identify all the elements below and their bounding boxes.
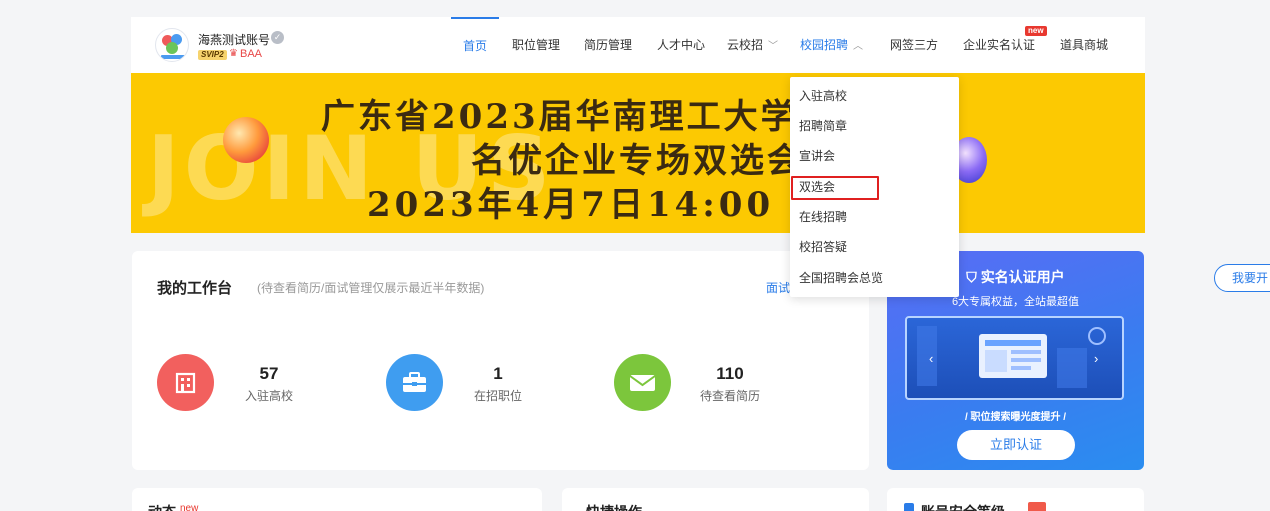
nav-cloud-campus[interactable]: 云校招 ﹀ — [727, 17, 778, 73]
nav-props-mall[interactable]: 道具商城 — [1060, 17, 1108, 73]
verify-now-button[interactable]: 立即认证 — [957, 430, 1075, 460]
event-banner[interactable]: JOIN US 广东省2023届华南理工大学 名优企业专场双选会 2023年4月… — [131, 73, 1145, 233]
chevron-right-icon[interactable]: › — [1094, 351, 1098, 366]
shield-icon — [904, 503, 914, 511]
banner-title-line1: 广东省2023届华南理工大学 — [321, 97, 798, 137]
banner-title-line2: 名优企业专场双选会 — [471, 141, 804, 181]
nav-home[interactable]: 首页 — [451, 17, 499, 73]
news-title: 动态 — [148, 502, 176, 511]
building-icon[interactable] — [157, 354, 214, 411]
verified-icon: ✓ — [271, 31, 284, 44]
highlight-box — [791, 176, 879, 200]
banner-date-line: 2023年4月7日14:00 - — [367, 185, 809, 225]
promo-caption: / 职位搜索曝光度提升 / — [964, 412, 1067, 423]
dropdown-item-national-fair-overview[interactable]: 全国招聘会总览 — [790, 263, 959, 293]
chevron-down-icon: ﹀ — [768, 41, 779, 52]
chevron-up-icon: ︿ — [853, 41, 864, 52]
workbench-subtitle: (待查看简历/面试管理仅展示最近半年数据) — [257, 281, 485, 295]
nav-resume-management[interactable]: 简历管理 — [584, 17, 632, 73]
top-header: 海燕测试账号 ✓ SVIP2 ♛ BAA 首页 职位管理 简历管理 人才中心 云… — [131, 17, 1145, 73]
news-new-badge: new — [180, 503, 199, 511]
stat-label: 入驻高校 — [244, 389, 293, 403]
stat-value[interactable]: 57 — [229, 364, 309, 384]
decorative-ball — [223, 117, 269, 163]
account-security-card: 账号安全等级 — [887, 488, 1144, 511]
nav-online-contract[interactable]: 网签三方 — [890, 17, 938, 73]
promo-illustration — [905, 316, 1124, 400]
company-logo[interactable] — [155, 28, 189, 62]
stat-value[interactable]: 1 — [458, 364, 538, 384]
dropdown-item-online-recruitment[interactable]: 在线招聘 — [790, 202, 959, 232]
workbench-title: 我的工作台 — [157, 280, 233, 297]
chevron-left-icon[interactable]: ‹ — [929, 351, 933, 366]
side-action-button[interactable]: 我要开 — [1214, 264, 1270, 292]
quick-actions-card: 快捷操作 — [562, 488, 869, 511]
interview-link[interactable]: 面试 — [766, 279, 790, 296]
dropdown-item-recruitment-brochure[interactable]: 招聘简章 — [790, 111, 959, 141]
dropdown-item-partner-schools[interactable]: 入驻高校 — [790, 81, 959, 111]
account-level: BAA — [240, 48, 263, 60]
dropdown-item-info-session[interactable]: 宣讲会 — [790, 141, 959, 171]
new-badge: new — [1025, 26, 1047, 36]
dropdown-item-campus-qa[interactable]: 校招答疑 — [790, 232, 959, 262]
stat-label: 待查看简历 — [699, 389, 760, 403]
quick-actions-title: 快捷操作 — [586, 502, 642, 511]
news-card: 动态 new — [132, 488, 542, 511]
stat-label: 在招职位 — [473, 389, 522, 403]
security-level-badge — [1028, 502, 1046, 511]
account-name[interactable]: 海燕测试账号 — [198, 31, 270, 48]
svip-badge: SVIP2 — [198, 50, 227, 60]
stat-value[interactable]: 110 — [690, 364, 770, 384]
nav-enterprise-verification[interactable]: 企业实名认证 — [963, 17, 1035, 73]
workbench-card: 我的工作台 (待查看简历/面试管理仅展示最近半年数据) 面试 57 入驻高校 1… — [132, 251, 869, 470]
shield-icon: ⛉ — [966, 269, 981, 285]
account-security-title: 账号安全等级 — [921, 502, 1005, 511]
nav-job-management[interactable]: 职位管理 — [512, 17, 560, 73]
briefcase-icon[interactable] — [386, 354, 443, 411]
nav-talent-center[interactable]: 人才中心 — [657, 17, 705, 73]
mail-icon[interactable] — [614, 354, 671, 411]
crown-icon: ♛ — [229, 48, 238, 59]
nav-campus-recruitment[interactable]: 校园招聘 ︿ — [800, 17, 863, 73]
